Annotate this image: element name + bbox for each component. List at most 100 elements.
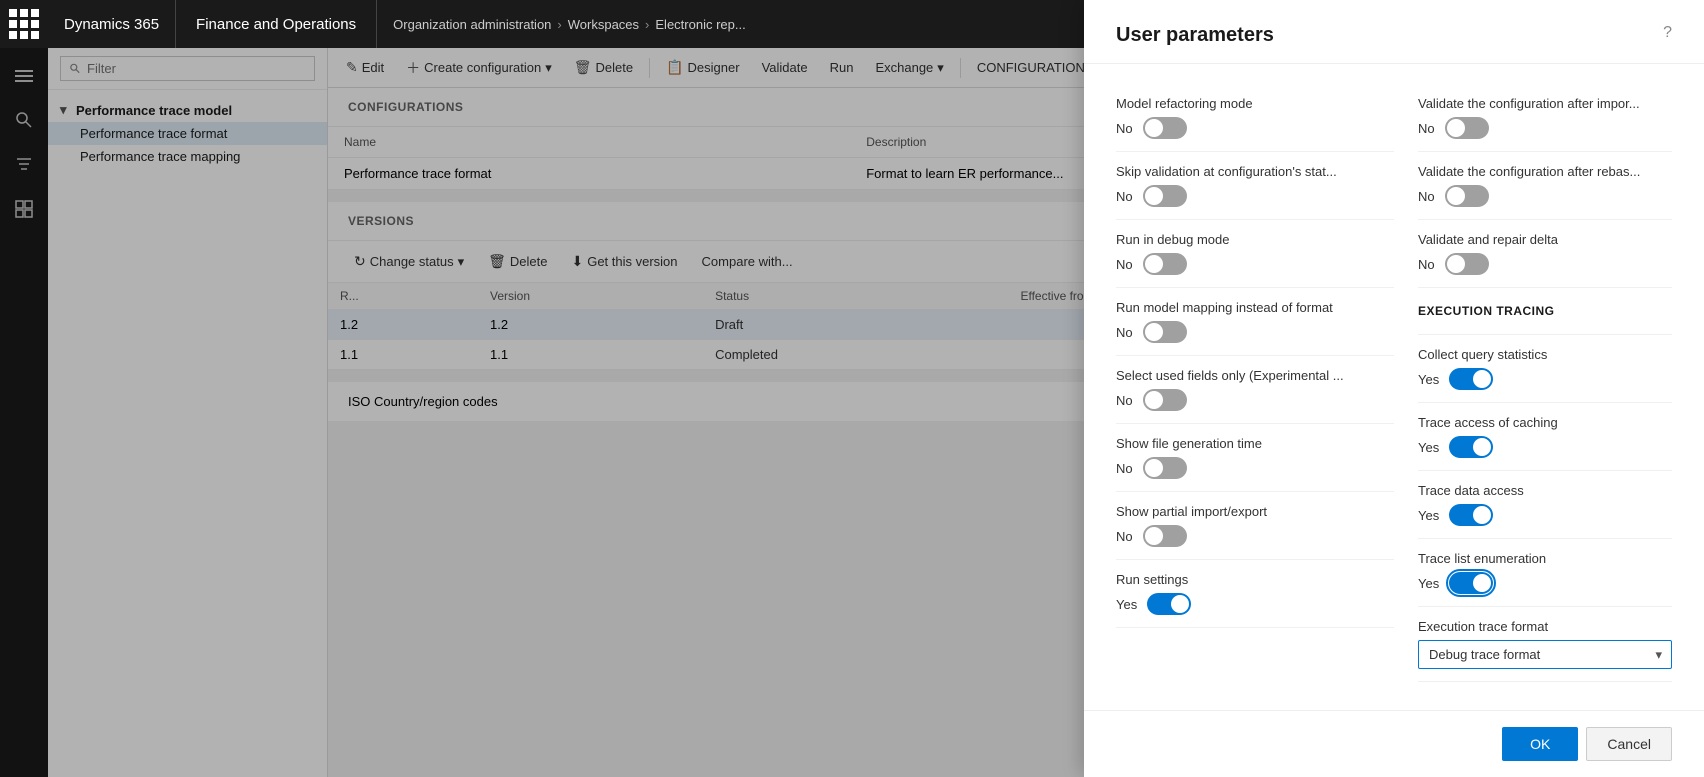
param-trace-list-label: Trace list enumeration: [1418, 551, 1672, 566]
params-right-col: Validate the configuration after impor..…: [1394, 84, 1672, 682]
param-query-stats: Collect query statistics Yes: [1418, 335, 1672, 403]
param-select-fields-label: Select used fields only (Experimental ..…: [1116, 368, 1394, 383]
modal-body: Model refactoring mode No Skip validatio…: [1084, 64, 1704, 710]
param-trace-data-value: Yes: [1418, 508, 1439, 523]
param-partial-import-label: Show partial import/export: [1116, 504, 1394, 519]
param-repair-delta-label: Validate and repair delta: [1418, 232, 1672, 247]
d365-label: Dynamics 365: [48, 0, 176, 48]
param-model-refactoring-value: No: [1116, 121, 1133, 136]
breadcrumb: Organization administration › Workspaces…: [377, 17, 762, 32]
param-query-stats-label: Collect query statistics: [1418, 347, 1672, 362]
param-trace-caching: Trace access of caching Yes: [1418, 403, 1672, 471]
param-debug-mode-label: Run in debug mode: [1116, 232, 1394, 247]
param-exec-trace-format: Execution trace format Debug trace forma…: [1418, 607, 1672, 682]
param-trace-data-control: Yes: [1418, 504, 1672, 526]
param-model-refactoring-label: Model refactoring mode: [1116, 96, 1394, 111]
param-debug-mode: Run in debug mode No: [1116, 220, 1394, 288]
toggle-model-mapping[interactable]: [1143, 321, 1187, 343]
toggle-query-stats[interactable]: [1449, 368, 1493, 390]
param-validate-import: Validate the configuration after impor..…: [1418, 84, 1672, 152]
param-trace-list: Trace list enumeration Yes: [1418, 539, 1672, 607]
param-trace-data-label: Trace data access: [1418, 483, 1672, 498]
param-query-stats-control: Yes: [1418, 368, 1672, 390]
toggle-partial-import[interactable]: [1143, 525, 1187, 547]
param-trace-caching-control: Yes: [1418, 436, 1672, 458]
toggle-debug-mode[interactable]: [1143, 253, 1187, 275]
param-debug-mode-value: No: [1116, 257, 1133, 272]
param-trace-list-value: Yes: [1418, 576, 1439, 591]
param-run-settings-label: Run settings: [1116, 572, 1394, 587]
toggle-validate-import[interactable]: [1445, 117, 1489, 139]
param-skip-validation-label: Skip validation at configuration's stat.…: [1116, 164, 1394, 179]
param-debug-mode-control: No: [1116, 253, 1394, 275]
param-skip-validation-value: No: [1116, 189, 1133, 204]
param-skip-validation: Skip validation at configuration's stat.…: [1116, 152, 1394, 220]
toggle-select-fields[interactable]: [1143, 389, 1187, 411]
param-model-mapping-control: No: [1116, 321, 1394, 343]
ok-button[interactable]: OK: [1502, 727, 1578, 761]
fno-label: Finance and Operations: [176, 0, 377, 48]
param-exec-trace-format-label: Execution trace format: [1418, 619, 1672, 634]
param-validate-rebase-value: No: [1418, 189, 1435, 204]
toggle-skip-validation[interactable]: [1143, 185, 1187, 207]
param-skip-validation-control: No: [1116, 185, 1394, 207]
param-model-refactoring-control: No: [1116, 117, 1394, 139]
param-repair-delta-value: No: [1418, 257, 1435, 272]
param-file-gen-time-label: Show file generation time: [1116, 436, 1394, 451]
apps-menu-button[interactable]: [0, 0, 48, 48]
param-validate-import-value: No: [1418, 121, 1435, 136]
param-validate-rebase: Validate the configuration after rebas..…: [1418, 152, 1672, 220]
user-parameters-modal: User parameters ? Model refactoring mode…: [1084, 0, 1704, 777]
toggle-repair-delta[interactable]: [1445, 253, 1489, 275]
param-validate-import-control: No: [1418, 117, 1672, 139]
param-partial-import: Show partial import/export No: [1116, 492, 1394, 560]
param-validate-rebase-label: Validate the configuration after rebas..…: [1418, 164, 1672, 179]
param-run-settings-value: Yes: [1116, 597, 1137, 612]
param-select-fields-value: No: [1116, 393, 1133, 408]
param-select-fields-control: No: [1116, 389, 1394, 411]
modal-header: User parameters ?: [1084, 0, 1704, 64]
params-left-col: Model refactoring mode No Skip validatio…: [1116, 84, 1394, 682]
param-run-settings: Run settings Yes: [1116, 560, 1394, 628]
param-query-stats-value: Yes: [1418, 372, 1439, 387]
param-file-gen-time-value: No: [1116, 461, 1133, 476]
param-partial-import-value: No: [1116, 529, 1133, 544]
param-repair-delta: Validate and repair delta No: [1418, 220, 1672, 288]
exec-trace-format-select[interactable]: Debug trace format Other format: [1418, 640, 1672, 669]
param-repair-delta-control: No: [1418, 253, 1672, 275]
breadcrumb-org[interactable]: Organization administration: [393, 17, 551, 32]
param-trace-caching-label: Trace access of caching: [1418, 415, 1672, 430]
param-model-mapping: Run model mapping instead of format No: [1116, 288, 1394, 356]
param-trace-caching-value: Yes: [1418, 440, 1439, 455]
toggle-trace-caching[interactable]: [1449, 436, 1493, 458]
param-partial-import-control: No: [1116, 525, 1394, 547]
execution-tracing-heading-row: EXECUTION TRACING: [1418, 288, 1672, 335]
cancel-button[interactable]: Cancel: [1586, 727, 1672, 761]
toggle-validate-rebase[interactable]: [1445, 185, 1489, 207]
modal-help-icon[interactable]: ?: [1663, 24, 1672, 42]
param-model-mapping-label: Run model mapping instead of format: [1116, 300, 1394, 315]
param-model-refactoring: Model refactoring mode No: [1116, 84, 1394, 152]
param-select-fields: Select used fields only (Experimental ..…: [1116, 356, 1394, 424]
toggle-model-refactoring[interactable]: [1143, 117, 1187, 139]
param-file-gen-time: Show file generation time No: [1116, 424, 1394, 492]
execution-tracing-heading: EXECUTION TRACING: [1418, 300, 1672, 322]
params-grid: Model refactoring mode No Skip validatio…: [1116, 84, 1672, 682]
param-file-gen-time-control: No: [1116, 457, 1394, 479]
toggle-file-gen-time[interactable]: [1143, 457, 1187, 479]
modal-title: User parameters: [1116, 24, 1274, 47]
param-validate-rebase-control: No: [1418, 185, 1672, 207]
toggle-trace-list[interactable]: [1449, 572, 1493, 594]
breadcrumb-er[interactable]: Electronic rep...: [655, 17, 745, 32]
breadcrumb-sep-1: ›: [557, 17, 561, 32]
param-run-settings-control: Yes: [1116, 593, 1394, 615]
modal-footer: OK Cancel: [1084, 710, 1704, 777]
param-model-mapping-value: No: [1116, 325, 1133, 340]
param-validate-import-label: Validate the configuration after impor..…: [1418, 96, 1672, 111]
param-trace-list-control: Yes: [1418, 572, 1672, 594]
toggle-run-settings[interactable]: [1147, 593, 1191, 615]
exec-trace-format-dropdown-wrapper: Debug trace format Other format: [1418, 640, 1672, 669]
breadcrumb-workspaces[interactable]: Workspaces: [568, 17, 639, 32]
breadcrumb-sep-2: ›: [645, 17, 649, 32]
toggle-trace-data[interactable]: [1449, 504, 1493, 526]
